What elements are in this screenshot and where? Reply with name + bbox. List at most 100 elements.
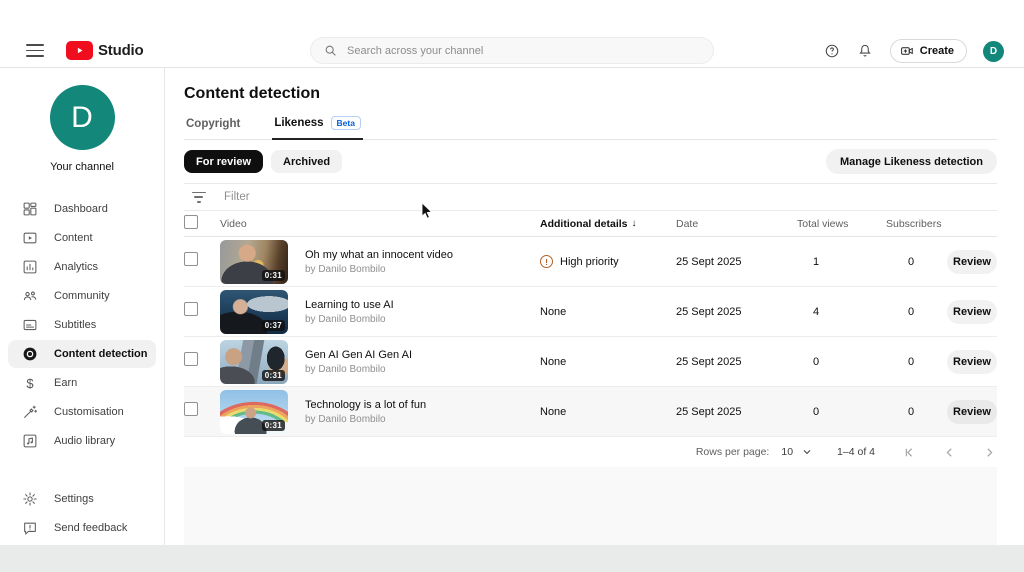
video-author: by Danilo Bombilo	[305, 314, 540, 325]
sidebar-item-label: Send feedback	[54, 522, 127, 534]
youtube-play-icon	[66, 41, 93, 60]
video-title[interactable]: Oh my what an innocent video	[305, 249, 540, 261]
video-duration-badge: 0:31	[262, 270, 285, 281]
filter-input[interactable]	[224, 191, 524, 203]
row-checkbox[interactable]	[184, 252, 198, 266]
additional-details-value: None	[540, 406, 566, 418]
subscribers-value: 0	[886, 406, 947, 418]
settings-icon	[22, 491, 38, 507]
sidebar-item-community[interactable]: Community	[8, 282, 156, 310]
tab-copyright[interactable]: Copyright	[184, 116, 242, 139]
customisation-icon	[22, 404, 38, 420]
youtube-studio-app: Studio Create D D Your channel	[0, 0, 1024, 572]
additional-details-value: None	[540, 306, 566, 318]
total-views-value: 0	[797, 356, 886, 368]
sidebar-item-analytics[interactable]: Analytics	[8, 253, 156, 281]
video-author: by Danilo Bombilo	[305, 364, 540, 375]
sidebar-item-subtitles[interactable]: Subtitles	[8, 311, 156, 339]
channel-block: D Your channel	[0, 68, 164, 173]
tab-likeness-label: Likeness	[274, 117, 323, 129]
select-all-checkbox[interactable]	[184, 215, 198, 229]
sidebar-item-content[interactable]: Content	[8, 224, 156, 252]
window-bottom-strip	[0, 545, 1024, 572]
chip-for-review[interactable]: For review	[184, 150, 263, 173]
subscribers-value: 0	[886, 356, 947, 368]
sidebar-item-label: Content	[54, 232, 93, 244]
video-thumbnail[interactable]: 0:31	[220, 340, 288, 384]
create-button[interactable]: Create	[890, 39, 967, 63]
video-author: by Danilo Bombilo	[305, 414, 540, 425]
previous-page-button[interactable]	[941, 444, 957, 460]
channel-label: Your channel	[0, 161, 164, 173]
sidebar-item-audio-library[interactable]: Audio library	[8, 427, 156, 455]
manage-likeness-detection-button[interactable]: Manage Likeness detection	[826, 149, 997, 174]
sidebar-item-customisation[interactable]: Customisation	[8, 398, 156, 426]
table-row: 0:37 Learning to use AI by Danilo Bombil…	[184, 287, 997, 337]
video-title[interactable]: Gen AI Gen AI Gen AI	[305, 349, 540, 361]
tabs: Copyright Likeness Beta	[184, 116, 997, 140]
video-title[interactable]: Technology is a lot of fun	[305, 399, 540, 411]
total-views-value: 1	[797, 256, 886, 268]
sidebar-item-settings[interactable]: Settings	[8, 485, 156, 513]
account-avatar[interactable]: D	[983, 41, 1004, 62]
create-label: Create	[920, 45, 954, 57]
help-icon[interactable]	[824, 43, 841, 60]
search-icon	[324, 44, 337, 57]
search-input[interactable]	[347, 45, 700, 57]
sidebar-item-label: Analytics	[54, 261, 98, 273]
beta-badge: Beta	[331, 116, 361, 130]
filter-bar[interactable]	[184, 183, 997, 211]
video-thumbnail[interactable]: 0:37	[220, 290, 288, 334]
bell-icon[interactable]	[857, 43, 874, 60]
review-button[interactable]: Review	[947, 350, 997, 374]
pagination-bar: Rows per page: 10 1–4 of 4	[184, 437, 997, 467]
table-row: 0:31 Technology is a lot of fun by Danil…	[184, 387, 997, 437]
row-checkbox[interactable]	[184, 352, 198, 366]
date-value: 25 Sept 2025	[676, 256, 797, 268]
community-icon	[22, 288, 38, 304]
video-title[interactable]: Learning to use AI	[305, 299, 540, 311]
rows-per-page-select[interactable]: 10	[781, 446, 813, 458]
first-page-button[interactable]	[901, 444, 917, 460]
sidebar-item-dashboard[interactable]: Dashboard	[8, 195, 156, 223]
total-views-value: 0	[797, 406, 886, 418]
header-subscribers: Subscribers	[886, 218, 947, 230]
date-value: 25 Sept 2025	[676, 356, 797, 368]
header-total-views: Total views	[797, 218, 886, 230]
sidebar-item-earn[interactable]: $ Earn	[8, 369, 156, 397]
review-button[interactable]: Review	[947, 250, 997, 274]
tab-copyright-label: Copyright	[186, 118, 240, 130]
feedback-icon	[22, 520, 38, 536]
row-checkbox[interactable]	[184, 302, 198, 316]
search-bar[interactable]	[310, 37, 714, 64]
high-priority-icon: !	[540, 255, 553, 268]
chip-archived[interactable]: Archived	[271, 150, 342, 173]
analytics-icon	[22, 259, 38, 275]
header-date: Date	[676, 218, 797, 230]
review-button[interactable]: Review	[947, 300, 997, 324]
sidebar-item-label: Content detection	[54, 348, 148, 360]
date-value: 25 Sept 2025	[676, 306, 797, 318]
video-thumbnail[interactable]: 0:31	[220, 390, 288, 434]
header-additional-details[interactable]: Additional details ↓	[540, 218, 676, 230]
earn-icon: $	[22, 375, 38, 391]
sidebar-item-content-detection[interactable]: Content detection	[8, 340, 156, 368]
page-title: Content detection	[184, 84, 997, 104]
next-page-button[interactable]	[981, 444, 997, 460]
video-thumbnail[interactable]: 0:31	[220, 240, 288, 284]
sort-descending-icon: ↓	[632, 218, 637, 229]
additional-details-value: High priority	[560, 256, 619, 268]
sidebar-item-label: Community	[54, 290, 110, 302]
chevron-down-icon	[801, 446, 813, 458]
studio-logo[interactable]: Studio	[66, 41, 143, 60]
sidebar-item-send-feedback[interactable]: Send feedback	[8, 514, 156, 542]
sidebar-item-label: Dashboard	[54, 203, 108, 215]
tab-likeness[interactable]: Likeness Beta	[272, 116, 363, 140]
header-video: Video	[220, 218, 305, 230]
sidebar-footer-nav: Settings Send feedback	[0, 485, 164, 542]
hamburger-icon[interactable]	[26, 44, 44, 57]
channel-avatar[interactable]: D	[50, 85, 115, 150]
row-checkbox[interactable]	[184, 402, 198, 416]
review-button[interactable]: Review	[947, 400, 997, 424]
main-content: Content detection Copyright Likeness Bet…	[166, 68, 1024, 545]
